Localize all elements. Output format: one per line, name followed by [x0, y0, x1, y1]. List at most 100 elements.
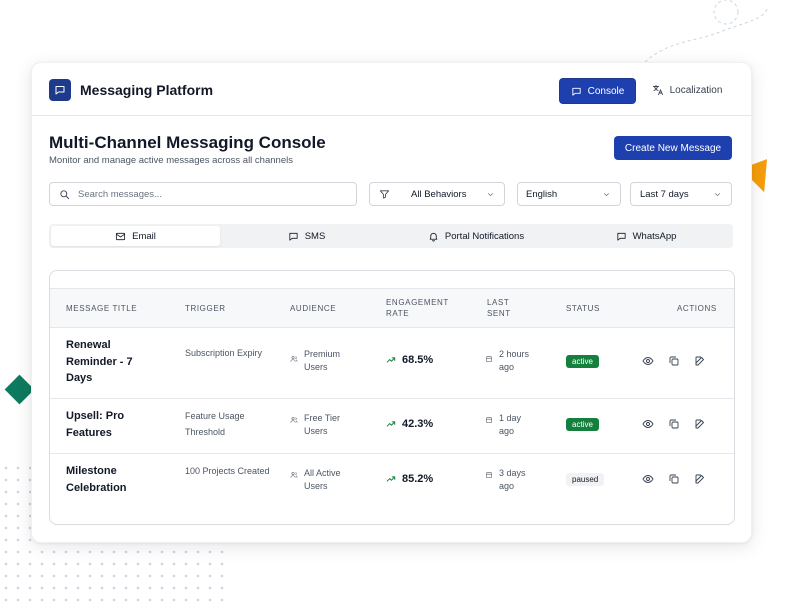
message-title: Milestone Celebration [66, 465, 127, 494]
date-range-select[interactable]: Last 7 days [630, 182, 732, 206]
engagement-cell: 42.3% [386, 418, 433, 430]
audience-text: All Active Users [304, 468, 341, 491]
date-range-select-value: Last 7 days [640, 189, 689, 200]
col-audience: Audience [290, 304, 337, 313]
edit-icon[interactable] [694, 418, 706, 430]
search-placeholder: Search messages... [78, 188, 162, 200]
page-title: Multi-Channel Messaging Console [49, 133, 326, 152]
last-sent-text: 3 days ago [499, 468, 526, 491]
edit-icon[interactable] [694, 473, 706, 485]
audience-cell: Premium Users [290, 348, 354, 374]
localization-nav-button[interactable]: Localization [643, 78, 731, 102]
copy-icon[interactable] [668, 473, 680, 485]
dashed-arc-decoration [644, 0, 769, 63]
view-icon[interactable] [642, 473, 654, 485]
last-sent-cell: 1 day ago [485, 412, 529, 438]
users-icon [290, 472, 298, 478]
search-input[interactable]: Search messages... [49, 182, 357, 206]
calendar-icon [486, 356, 492, 362]
tab-portal-notifications[interactable]: Portal Notifications [391, 226, 561, 246]
console-nav-label: Console [587, 85, 625, 97]
table-row: Milestone Celebration 100 Projects Creat… [50, 453, 734, 508]
mail-icon [116, 232, 126, 240]
row-actions [642, 418, 706, 430]
chat-icon [289, 232, 298, 241]
engagement-cell: 85.2% [386, 473, 433, 485]
calendar-icon [486, 472, 492, 478]
tab-whatsapp[interactable]: WhatsApp [561, 226, 731, 246]
message-title: Renewal Reminder - 7 Days [66, 339, 133, 384]
last-sent-cell: 2 hours ago [485, 348, 539, 374]
trending-up-icon [386, 421, 396, 427]
chevron-down-icon [487, 193, 494, 197]
console-nav-button[interactable]: Console [559, 78, 636, 104]
status-badge: active [566, 355, 599, 368]
top-bar: Messaging Platform Console Localization [32, 63, 751, 116]
status-badge: active [566, 418, 599, 431]
localization-nav-label: Localization [669, 84, 723, 96]
engagement-value: 85.2% [402, 473, 434, 485]
channel-tabs: Email SMS Portal Notifications WhatsApp [49, 224, 733, 248]
tab-email-label: Email [132, 230, 156, 242]
view-icon[interactable] [642, 355, 654, 367]
calendar-icon [486, 417, 492, 423]
table-row: Renewal Reminder - 7 Days Subscription E… [50, 326, 734, 399]
last-sent-cell: 3 days ago [485, 467, 535, 493]
edit-icon[interactable] [694, 355, 706, 367]
engagement-value: 68.5% [402, 354, 434, 366]
language-select-value: English [526, 189, 558, 200]
col-message-title: Message Title [66, 304, 138, 313]
trigger-text: Feature Usage Threshold [185, 411, 245, 437]
col-actions: Actions [677, 304, 717, 313]
row-actions [642, 355, 706, 367]
messages-table: Message Title Trigger Audience Engagemen… [49, 270, 735, 525]
message-title: Upsell: Pro Features [66, 410, 125, 439]
behavior-select[interactable]: All Behaviors [369, 182, 505, 206]
copy-icon[interactable] [668, 418, 680, 430]
brand-logo-icon [49, 79, 71, 101]
audience-cell: Free Tier Users [290, 412, 354, 438]
search-icon [60, 189, 70, 199]
tab-email[interactable]: Email [51, 226, 220, 246]
tab-whatsapp-label: WhatsApp [632, 230, 677, 242]
col-trigger: Trigger [185, 304, 226, 313]
filter-icon [379, 190, 390, 199]
chat-icon [616, 232, 626, 241]
last-sent-text: 2 hours ago [499, 349, 530, 372]
tab-sms-label: SMS [304, 230, 326, 242]
users-icon [290, 356, 298, 362]
engagement-value: 42.3% [402, 418, 434, 430]
view-icon[interactable] [642, 418, 654, 430]
table-header: Message Title Trigger Audience Engagemen… [50, 288, 734, 328]
audience-cell: All Active Users [290, 467, 354, 493]
col-last-sent: Last Sent [487, 298, 511, 318]
trigger-text: Subscription Expiry [185, 348, 263, 358]
copy-icon[interactable] [668, 355, 680, 367]
table-row: Upsell: Pro Features Feature Usage Thres… [50, 398, 734, 454]
chat-icon [572, 87, 581, 96]
trending-up-icon [386, 476, 396, 482]
col-engagement-rate: Engagement Rate [386, 298, 449, 318]
chevron-down-icon [603, 193, 610, 197]
page-subtitle: Monitor and manage active messages acros… [49, 155, 293, 166]
row-actions [642, 473, 706, 485]
audience-text: Free Tier Users [304, 413, 341, 436]
engagement-cell: 68.5% [386, 354, 433, 366]
trending-up-icon [386, 357, 396, 363]
trigger-text: 100 Projects Created [185, 466, 270, 476]
translate-icon [652, 85, 663, 95]
chevron-down-icon [714, 193, 721, 197]
last-sent-text: 1 day ago [499, 413, 522, 436]
tab-sms[interactable]: SMS [222, 226, 391, 246]
diamond-decoration [4, 374, 35, 405]
status-badge: paused [566, 473, 605, 486]
tab-portal-label: Portal Notifications [444, 230, 525, 242]
audience-text: Premium Users [304, 349, 341, 372]
language-select[interactable]: English [517, 182, 621, 206]
create-new-message-button[interactable]: Create New Message [614, 136, 732, 160]
console-card: Messaging Platform Console Localization … [31, 62, 752, 543]
bell-icon [429, 232, 438, 241]
users-icon [290, 417, 298, 423]
app-title: Messaging Platform [80, 82, 214, 98]
col-status: Status [566, 304, 600, 313]
